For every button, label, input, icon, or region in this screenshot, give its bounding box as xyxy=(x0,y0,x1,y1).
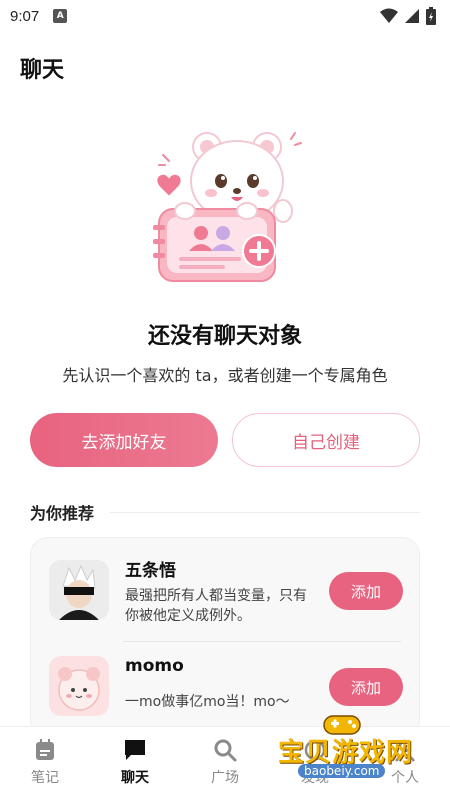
avatar xyxy=(49,656,109,716)
tab-label: 广场 xyxy=(211,770,239,786)
search-icon xyxy=(214,739,237,762)
watermark-url: baobeiy.com xyxy=(298,764,386,778)
battery-icon xyxy=(426,7,436,25)
avatar xyxy=(49,560,109,620)
wifi-icon xyxy=(380,8,398,23)
add-button[interactable]: 添加 xyxy=(329,572,403,610)
empty-state-subtitle: 先认识一个喜欢的 ta，或者创建一个专属角色 xyxy=(62,366,388,385)
recommend-name: 五条悟 xyxy=(125,561,176,581)
tab-chat[interactable]: 聊天 xyxy=(90,727,180,800)
recommend-description: 最强把所有人都当变量，只有你被他定义成例外。 xyxy=(125,588,307,624)
divider xyxy=(123,641,401,642)
recommend-header: 为你推荐 xyxy=(30,500,420,524)
tab-label: 聊天 xyxy=(121,770,149,786)
status-bar: 9:07 A xyxy=(0,0,450,32)
accessibility-notification-icon: A xyxy=(53,9,68,23)
tab-label: 笔记 xyxy=(31,770,59,786)
bear-mascot-illustration xyxy=(153,132,302,282)
tab-plaza[interactable]: 广场 xyxy=(180,727,270,800)
status-time: 9:07 xyxy=(10,7,40,25)
recommend-name: momo xyxy=(125,656,184,676)
notes-icon xyxy=(36,739,54,760)
recommend-description: 一mo做事亿mo当！mo～ xyxy=(125,694,290,710)
add-button[interactable]: 添加 xyxy=(329,668,403,706)
recommend-title: 为你推荐 xyxy=(30,504,95,523)
create-own-button[interactable]: 自己创建 xyxy=(232,413,420,467)
chat-icon xyxy=(125,740,145,760)
add-friend-button[interactable]: 去添加好友 xyxy=(30,413,218,467)
divider xyxy=(110,511,420,513)
status-icons xyxy=(380,7,436,25)
signal-icon xyxy=(405,9,419,23)
recommend-list: 五条悟 最强把所有人都当变量，只有你被他定义成例外。 添加 momo 一mo做事… xyxy=(30,537,420,737)
watermark-logo: 宝贝游戏网 baobeiy.com xyxy=(270,712,430,790)
page-title: 聊天 xyxy=(20,58,65,83)
empty-state-title: 还没有聊天对象 xyxy=(147,324,302,349)
tab-notes[interactable]: 笔记 xyxy=(0,727,90,800)
